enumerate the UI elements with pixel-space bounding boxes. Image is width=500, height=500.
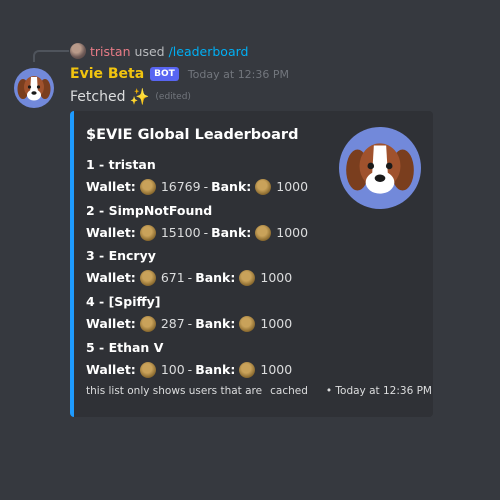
message-timestamp[interactable]: Today at 12:36 PM bbox=[188, 68, 289, 81]
reply-used-text: used bbox=[134, 43, 165, 59]
entry-rank-name: 2 - SimpNotFound bbox=[86, 203, 213, 218]
separator: - bbox=[187, 316, 193, 331]
bot-badge: BOT bbox=[150, 67, 179, 81]
leaderboard-entry: 3 - Encryy Wallet: 671 - Bank: 1000 bbox=[86, 247, 292, 287]
wallet-label: Wallet: bbox=[86, 179, 136, 194]
footer-timestamp: • Today at 12:36 PM bbox=[325, 385, 432, 397]
wallet-label: Wallet: bbox=[86, 362, 136, 377]
replied-user-avatar[interactable] bbox=[70, 43, 86, 59]
sparkles-icon[interactable]: ✨ bbox=[129, 87, 149, 106]
coin-icon bbox=[139, 225, 156, 241]
author-name[interactable]: Evie Beta bbox=[70, 66, 144, 82]
separator: - bbox=[187, 270, 193, 285]
embed-thumbnail[interactable] bbox=[339, 127, 421, 209]
edited-marker: (edited) bbox=[155, 91, 191, 102]
coin-icon bbox=[239, 316, 256, 332]
leaderboard-entry: 5 - Ethan V Wallet: 100 - Bank: 1000 bbox=[86, 339, 292, 379]
coin-icon bbox=[239, 270, 256, 286]
entry-rank-name: 5 - Ethan V bbox=[86, 340, 164, 355]
entry-rank-name: 3 - Encryy bbox=[86, 248, 156, 263]
replied-username[interactable]: tristan bbox=[90, 44, 131, 59]
leaderboard-embed: $EVIE Global Leaderboard 1 - tristan Wal… bbox=[70, 111, 433, 417]
wallet-value: 100 bbox=[160, 362, 185, 377]
reply-reference[interactable]: tristan used /leaderboard bbox=[70, 42, 248, 60]
footer-text-part: cached bbox=[270, 385, 308, 397]
reply-connector bbox=[33, 50, 69, 62]
wallet-value: 287 bbox=[160, 316, 185, 331]
slash-command[interactable]: /leaderboard bbox=[169, 44, 249, 59]
footer-text: this list only shows users that are cache… bbox=[86, 385, 308, 397]
coin-icon bbox=[139, 179, 156, 195]
wallet-value: 671 bbox=[160, 270, 185, 285]
wallet-value: 15100 bbox=[160, 225, 201, 240]
wallet-label: Wallet: bbox=[86, 270, 136, 285]
bank-value: 1000 bbox=[276, 225, 309, 240]
message-text: Fetched bbox=[70, 88, 126, 105]
leaderboard-entry: 1 - tristan Wallet: 16769 - Bank: 1000 bbox=[86, 156, 308, 196]
bank-label: Bank: bbox=[195, 316, 236, 331]
coin-icon bbox=[255, 225, 272, 241]
avatar[interactable] bbox=[14, 68, 54, 108]
bank-label: Bank: bbox=[195, 270, 236, 285]
leaderboard-entry: 2 - SimpNotFound Wallet: 15100 - Bank: 1… bbox=[86, 202, 308, 242]
bank-label: Bank: bbox=[195, 362, 236, 377]
dog-avatar-icon bbox=[17, 76, 51, 101]
coin-icon bbox=[139, 362, 156, 378]
separator: - bbox=[203, 179, 209, 194]
bank-value: 1000 bbox=[260, 362, 293, 377]
coin-icon bbox=[239, 362, 256, 378]
coin-icon bbox=[139, 270, 156, 286]
bank-label: Bank: bbox=[211, 179, 252, 194]
wallet-label: Wallet: bbox=[86, 225, 136, 240]
embed-title: $EVIE Global Leaderboard bbox=[86, 127, 299, 143]
embed-footer: this list only shows users that are cache… bbox=[86, 385, 432, 397]
coin-icon bbox=[255, 179, 272, 195]
bank-value: 1000 bbox=[276, 179, 309, 194]
wallet-value: 16769 bbox=[160, 179, 201, 194]
message-header: Evie Beta BOT Today at 12:36 PM bbox=[70, 64, 289, 84]
bank-label: Bank: bbox=[211, 225, 252, 240]
separator: - bbox=[203, 225, 209, 240]
message-content: Fetched ✨ (edited) bbox=[70, 87, 191, 106]
entry-rank-name: 1 - tristan bbox=[86, 157, 156, 172]
coin-icon bbox=[139, 316, 156, 332]
bank-value: 1000 bbox=[260, 270, 293, 285]
wallet-label: Wallet: bbox=[86, 316, 136, 331]
bank-value: 1000 bbox=[260, 316, 293, 331]
dog-avatar-icon bbox=[346, 143, 414, 194]
leaderboard-entry: 4 - [Spiffy] Wallet: 287 - Bank: 1000 bbox=[86, 293, 292, 333]
separator: - bbox=[187, 362, 193, 377]
entry-rank-name: 4 - [Spiffy] bbox=[86, 294, 161, 309]
footer-text-part: this list only shows users that are bbox=[86, 385, 263, 397]
